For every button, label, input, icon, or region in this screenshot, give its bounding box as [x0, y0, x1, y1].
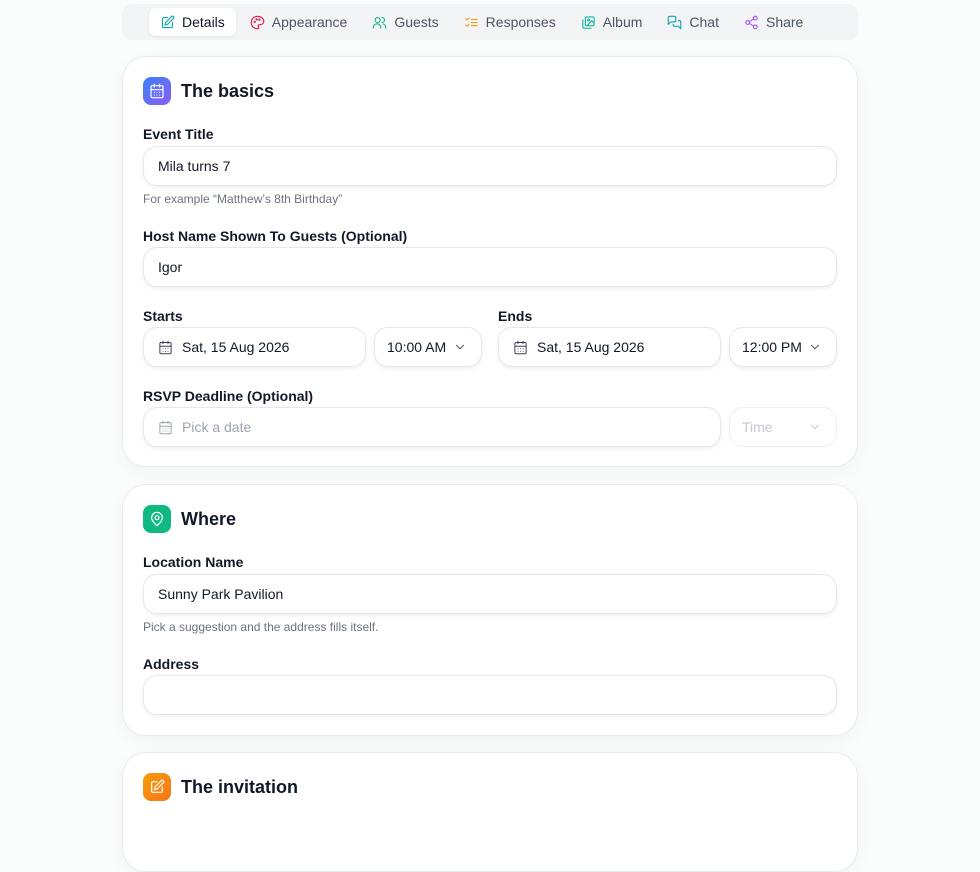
starts-date-picker[interactable]: Sat, 15 Aug 2026 — [143, 327, 366, 367]
rsvp-date-placeholder: Pick a date — [182, 419, 252, 435]
calendar-icon — [513, 340, 528, 355]
basics-badge — [143, 77, 171, 105]
where-title: Where — [181, 508, 237, 529]
event-title-value: Mila turns 7 — [158, 158, 231, 174]
chevron-down-icon — [453, 340, 467, 354]
tab-label: Album — [602, 14, 643, 30]
tab-bar: Details Appearance Guests Responses Albu… — [122, 4, 858, 40]
starts-time-value: 10:00 AM — [387, 339, 447, 355]
ends-label: Ends — [498, 308, 533, 324]
where-card: Where Location Name Sunny Park Pavilion … — [122, 484, 858, 736]
share-icon — [745, 15, 758, 29]
host-name-input[interactable]: Igor — [143, 247, 837, 287]
where-badge — [143, 505, 171, 533]
calendar-icon — [158, 340, 173, 355]
tab-label: Chat — [689, 14, 719, 30]
ends-date-picker[interactable]: Sat, 15 Aug 2026 — [498, 327, 721, 367]
tab-label: Responses — [485, 14, 556, 30]
tab-album[interactable]: Album — [570, 8, 654, 36]
palette-icon — [250, 15, 265, 29]
note-icon — [151, 779, 165, 793]
tab-share[interactable]: Share — [733, 8, 814, 36]
starts-label: Starts — [143, 308, 183, 324]
tab-responses[interactable]: Responses — [453, 8, 567, 36]
tab-label: Share — [765, 14, 804, 30]
chevron-down-icon — [808, 420, 822, 434]
tab-chat[interactable]: Chat — [656, 8, 730, 36]
tab-appearance[interactable]: Appearance — [239, 8, 359, 36]
basics-card: The basics Event Title Mila turns 7 For … — [122, 56, 858, 467]
location-name-input[interactable]: Sunny Park Pavilion — [143, 574, 837, 614]
tab-details[interactable]: Details — [149, 8, 236, 36]
location-name-value: Sunny Park Pavilion — [158, 586, 284, 602]
address-label: Address — [143, 656, 200, 672]
rsvp-date-picker[interactable]: Pick a date — [143, 407, 721, 447]
location-name-label: Location Name — [143, 554, 244, 570]
basics-header: The basics — [143, 77, 274, 105]
event-title-hint: For example “Matthew’s 8th Birthday” — [143, 192, 343, 206]
ends-time-value: 12:00 PM — [742, 339, 802, 355]
ends-date-value: Sat, 15 Aug 2026 — [537, 339, 645, 355]
host-name-label: Host Name Shown To Guests (Optional) — [143, 228, 408, 244]
event-title-label: Event Title — [143, 126, 214, 142]
address-input[interactable] — [143, 675, 837, 715]
tab-guests[interactable]: Guests — [361, 8, 449, 36]
starts-date-value: Sat, 15 Aug 2026 — [182, 339, 290, 355]
rsvp-time-select[interactable]: Time — [729, 407, 837, 447]
location-hint: Pick a suggestion and the address fills … — [143, 620, 379, 634]
invitation-badge — [143, 773, 171, 801]
images-icon — [582, 15, 595, 29]
host-name-value: Igor — [158, 259, 183, 275]
invitation-card: The invitation — [122, 752, 858, 872]
ends-time-select[interactable]: 12:00 PM — [729, 327, 837, 367]
chevron-down-icon — [808, 340, 822, 354]
calendar-icon — [150, 83, 164, 99]
chat-icon — [668, 15, 682, 29]
basics-title: The basics — [181, 80, 275, 101]
event-title-input[interactable]: Mila turns 7 — [143, 146, 837, 186]
where-header: Where — [143, 505, 236, 533]
tab-label: Details — [182, 14, 225, 30]
edit-icon — [161, 15, 175, 28]
starts-time-select[interactable]: 10:00 AM — [374, 327, 482, 367]
map-pin-icon — [151, 511, 163, 527]
tab-label: Guests — [394, 14, 439, 30]
invitation-title: The invitation — [181, 776, 298, 797]
users-icon — [373, 16, 387, 29]
calendar-icon — [158, 420, 173, 435]
tab-label: Appearance — [271, 14, 348, 30]
invitation-header: The invitation — [143, 773, 298, 801]
rsvp-time-placeholder: Time — [742, 419, 773, 435]
list-checks-icon — [464, 17, 478, 27]
rsvp-deadline-label: RSVP Deadline (Optional) — [143, 388, 314, 404]
